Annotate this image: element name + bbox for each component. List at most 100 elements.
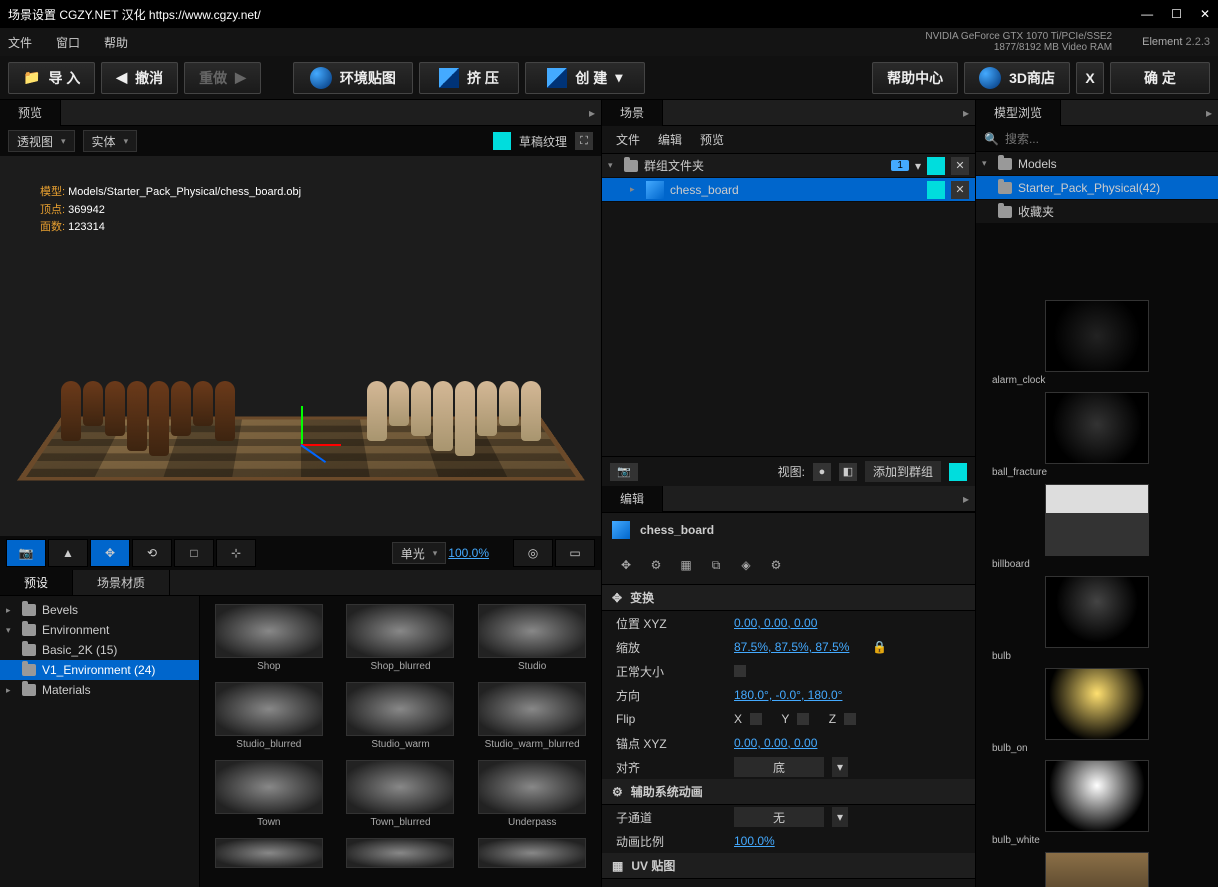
scene-item-row[interactable]: ▸ chess_board ✕: [602, 178, 975, 202]
preset-thumb[interactable]: Studio_warm: [340, 682, 462, 750]
frame-icon[interactable]: ▭: [555, 539, 595, 567]
create-button[interactable]: 创 建▾: [525, 62, 645, 94]
model-thumb[interactable]: bulb: [982, 576, 1212, 662]
model-thumb[interactable]: ball_fracture: [982, 392, 1212, 478]
models-fav[interactable]: 收藏夹: [976, 200, 1218, 224]
panel-arrow-icon[interactable]: ▸: [957, 492, 975, 506]
preset-thumb[interactable]: Studio: [471, 604, 593, 672]
tree-environment[interactable]: ▾Environment: [0, 620, 199, 640]
position-value[interactable]: 0.00, 0.00, 0.00: [734, 616, 817, 630]
models-tab[interactable]: 模型浏览: [976, 100, 1061, 126]
rotate-tool[interactable]: ⟲: [132, 539, 172, 567]
rotation-value[interactable]: 180.0°, -0.0°, 180.0°: [734, 688, 842, 702]
camera-tool[interactable]: 📷: [6, 539, 46, 567]
model-thumb[interactable]: bulb_white: [982, 760, 1212, 846]
edit-tab[interactable]: 编辑: [602, 486, 663, 512]
import-button[interactable]: 📁导 入: [8, 62, 95, 94]
lock-icon[interactable]: 🔒: [872, 640, 887, 654]
scene-group-row[interactable]: ▾ 群组文件夹 1▾ ✕: [602, 154, 975, 178]
helpcenter-button[interactable]: 帮助中心: [872, 62, 958, 94]
ok-button[interactable]: 确 定: [1110, 62, 1210, 94]
anim-ratio-value[interactable]: 100.0%: [734, 834, 775, 848]
maximize-button[interactable]: ☐: [1171, 7, 1182, 21]
panel-arrow-icon[interactable]: ▸: [957, 106, 975, 120]
envmap-button[interactable]: 环境贴图: [293, 62, 413, 94]
presets-tab[interactable]: 预设: [0, 570, 73, 595]
redo-button[interactable]: 重做▶: [184, 62, 261, 94]
visible-toggle[interactable]: [927, 157, 945, 175]
preset-thumb[interactable]: Shop_blurred: [340, 604, 462, 672]
visible-toggle[interactable]: [949, 463, 967, 481]
fullscreen-icon[interactable]: ⛶: [575, 132, 593, 150]
draft-texture-label[interactable]: 草稿纹理: [519, 133, 567, 150]
preset-thumb[interactable]: [471, 838, 593, 868]
model-thumb[interactable]: [982, 852, 1212, 887]
tree-v1env[interactable]: V1_Environment (24): [0, 660, 199, 680]
align-dropdown[interactable]: 底: [734, 757, 824, 777]
move-icon[interactable]: ✥: [612, 552, 640, 578]
preset-thumb[interactable]: [340, 838, 462, 868]
close-button[interactable]: ✕: [1200, 7, 1210, 21]
preset-thumb[interactable]: Underpass: [471, 760, 593, 828]
transform-section[interactable]: ✥变换: [602, 585, 975, 611]
delete-button[interactable]: ✕: [951, 181, 969, 199]
target-icon[interactable]: ◎: [513, 539, 553, 567]
scene-tab[interactable]: 场景: [602, 100, 663, 126]
move-tool[interactable]: ✥: [90, 539, 130, 567]
add-to-group-button[interactable]: 添加到群组: [865, 461, 941, 482]
settings-icon[interactable]: ⚙: [762, 552, 790, 578]
menu-help[interactable]: 帮助: [104, 34, 128, 51]
models-pack[interactable]: Starter_Pack_Physical(42): [976, 176, 1218, 200]
anchor-value[interactable]: 0.00, 0.00, 0.00: [734, 736, 817, 750]
panel-arrow-icon[interactable]: ▸: [1200, 106, 1218, 120]
x-button[interactable]: X: [1076, 62, 1104, 94]
preset-thumb[interactable]: Studio_blurred: [208, 682, 330, 750]
preset-thumb[interactable]: [208, 838, 330, 868]
menu-window[interactable]: 窗口: [56, 34, 80, 51]
preset-thumb[interactable]: Shop: [208, 604, 330, 672]
tree-materials[interactable]: ▸Materials: [0, 680, 199, 700]
preset-thumb[interactable]: Studio_warm_blurred: [471, 682, 593, 750]
flip-z-checkbox[interactable]: [844, 713, 856, 725]
delete-button[interactable]: ✕: [951, 157, 969, 175]
scene-file-menu[interactable]: 文件: [616, 131, 640, 148]
tree-bevels[interactable]: ▸Bevels: [0, 600, 199, 620]
aux-section[interactable]: ⚙辅助系统动画: [602, 779, 975, 805]
box-icon[interactable]: ◈: [732, 552, 760, 578]
anchor-tool[interactable]: ⊹: [216, 539, 256, 567]
store-button[interactable]: 3D商店: [964, 62, 1070, 94]
toggle-icon[interactable]: [493, 132, 511, 150]
flip-x-checkbox[interactable]: [750, 713, 762, 725]
scene-edit-menu[interactable]: 编辑: [658, 131, 682, 148]
scale-tool[interactable]: □: [174, 539, 214, 567]
uv-section[interactable]: ▦UV 贴图: [602, 853, 975, 879]
select-tool[interactable]: ▲: [48, 539, 88, 567]
search-input[interactable]: [1005, 132, 1210, 146]
preset-thumb[interactable]: Town_blurred: [340, 760, 462, 828]
cube-view-icon[interactable]: ◧: [839, 463, 857, 481]
camera-add-icon[interactable]: 📷: [610, 463, 638, 481]
tree-basic2k[interactable]: Basic_2K (15): [0, 640, 199, 660]
menu-file[interactable]: 文件: [8, 34, 32, 51]
scenemat-tab[interactable]: 场景材质: [73, 570, 170, 595]
subchannel-dropdown[interactable]: 无: [734, 807, 824, 827]
flip-y-checkbox[interactable]: [797, 713, 809, 725]
normal-size-checkbox[interactable]: [734, 665, 746, 677]
zoom-value[interactable]: 100.0%: [448, 546, 489, 560]
minimize-button[interactable]: —: [1141, 7, 1153, 21]
gears-icon[interactable]: ⚙: [642, 552, 670, 578]
view-mode-dropdown[interactable]: 透视图▾: [8, 130, 75, 152]
scale-value[interactable]: 87.5%, 87.5%, 87.5%: [734, 640, 849, 654]
panel-arrow-icon[interactable]: ▸: [583, 106, 601, 120]
viewport[interactable]: 模型: Models/Starter_Pack_Physical/chess_b…: [0, 156, 601, 536]
model-thumb[interactable]: alarm_clock: [982, 300, 1212, 386]
scene-preview-menu[interactable]: 预览: [700, 131, 724, 148]
grid-icon[interactable]: ▦: [672, 552, 700, 578]
undo-button[interactable]: ◀撤消: [101, 62, 178, 94]
preview-tab[interactable]: 预览: [0, 100, 61, 126]
model-thumb[interactable]: bulb_on: [982, 668, 1212, 754]
copy-icon[interactable]: ⧉: [702, 552, 730, 578]
preset-thumb[interactable]: Town: [208, 760, 330, 828]
extrude-button[interactable]: 挤 压: [419, 62, 519, 94]
visible-toggle[interactable]: [927, 181, 945, 199]
